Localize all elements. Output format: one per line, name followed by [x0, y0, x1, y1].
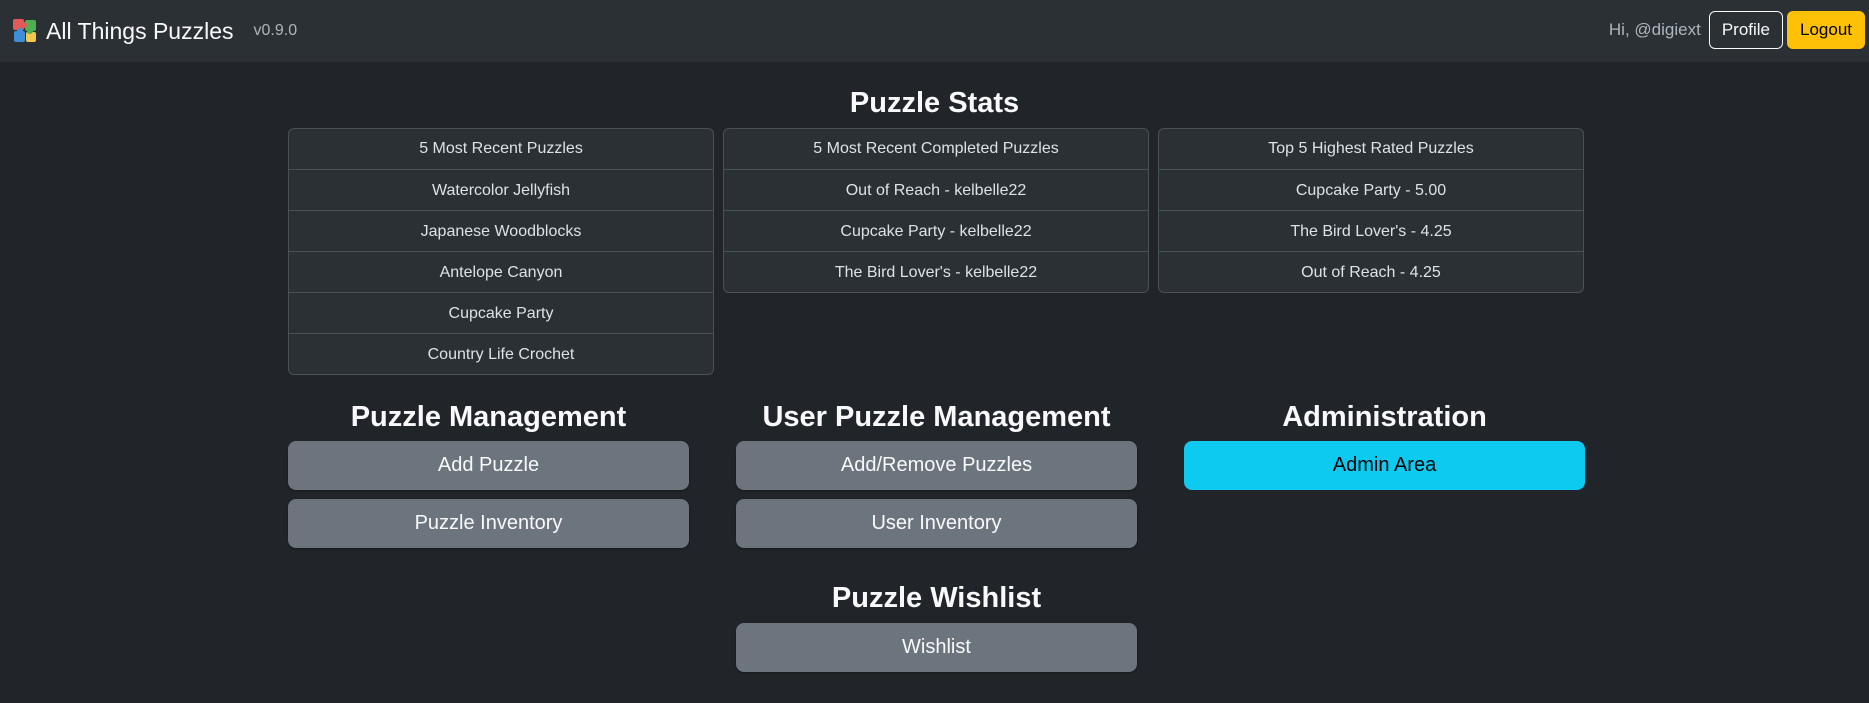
puzzle-stats-title: Puzzle Stats: [849, 87, 1020, 119]
list-item: Cupcake Party - 5.00: [1159, 169, 1583, 210]
admin-area-button[interactable]: Admin Area: [1184, 441, 1585, 490]
user-inventory-button[interactable]: User Inventory: [736, 499, 1137, 548]
list-item: Out of Reach - 4.25: [1159, 251, 1583, 292]
list-item: The Bird Lover's - 4.25: [1159, 210, 1583, 251]
puzzle-wishlist-title: Puzzle Wishlist: [831, 582, 1042, 614]
logout-button[interactable]: Logout: [1787, 11, 1865, 49]
user-greeting: Hi, @digiext: [1608, 20, 1701, 39]
list-header: 5 Most Recent Puzzles: [419, 140, 583, 157]
recent-puzzles-list: 5 Most Recent Puzzles Watercolor Jellyfi…: [288, 128, 714, 375]
top-rated-list: Top 5 Highest Rated Puzzles Cupcake Part…: [1158, 128, 1584, 293]
list-item: Watercolor Jellyfish: [289, 169, 713, 210]
top-navbar: All Things Puzzles v0.9.0 Hi, @digiext P…: [0, 0, 1869, 62]
puzzle-inventory-button[interactable]: Puzzle Inventory: [288, 499, 689, 548]
list-item: Out of Reach - kelbelle22: [724, 169, 1148, 210]
brand[interactable]: All Things Puzzles: [10, 16, 234, 46]
add-puzzle-button[interactable]: Add Puzzle: [288, 441, 689, 490]
user-puzzle-management-title: User Puzzle Management: [762, 401, 1111, 433]
list-item: Japanese Woodblocks: [289, 210, 713, 251]
list-item: Cupcake Party - kelbelle22: [724, 210, 1148, 251]
profile-button[interactable]: Profile: [1708, 11, 1783, 49]
version-label: v0.9.0: [253, 22, 298, 39]
list-header: 5 Most Recent Completed Puzzles: [813, 140, 1059, 157]
puzzle-logo-icon: [13, 19, 36, 42]
recent-completed-list: 5 Most Recent Completed Puzzles Out of R…: [723, 128, 1149, 293]
wishlist-button[interactable]: Wishlist: [736, 623, 1137, 672]
brand-name[interactable]: All Things Puzzles: [46, 18, 234, 45]
list-item: Cupcake Party: [289, 292, 713, 333]
puzzle-management-title: Puzzle Management: [350, 401, 627, 433]
list-item: Antelope Canyon: [289, 251, 713, 292]
list-header: Top 5 Highest Rated Puzzles: [1268, 140, 1474, 157]
add-remove-puzzles-button[interactable]: Add/Remove Puzzles: [736, 441, 1137, 490]
list-item: The Bird Lover's - kelbelle22: [724, 251, 1148, 292]
list-item: Country Life Crochet: [289, 333, 713, 374]
user-controls: Hi, @digiext Profile Logout: [1609, 11, 1865, 49]
administration-title: Administration: [1282, 401, 1487, 433]
